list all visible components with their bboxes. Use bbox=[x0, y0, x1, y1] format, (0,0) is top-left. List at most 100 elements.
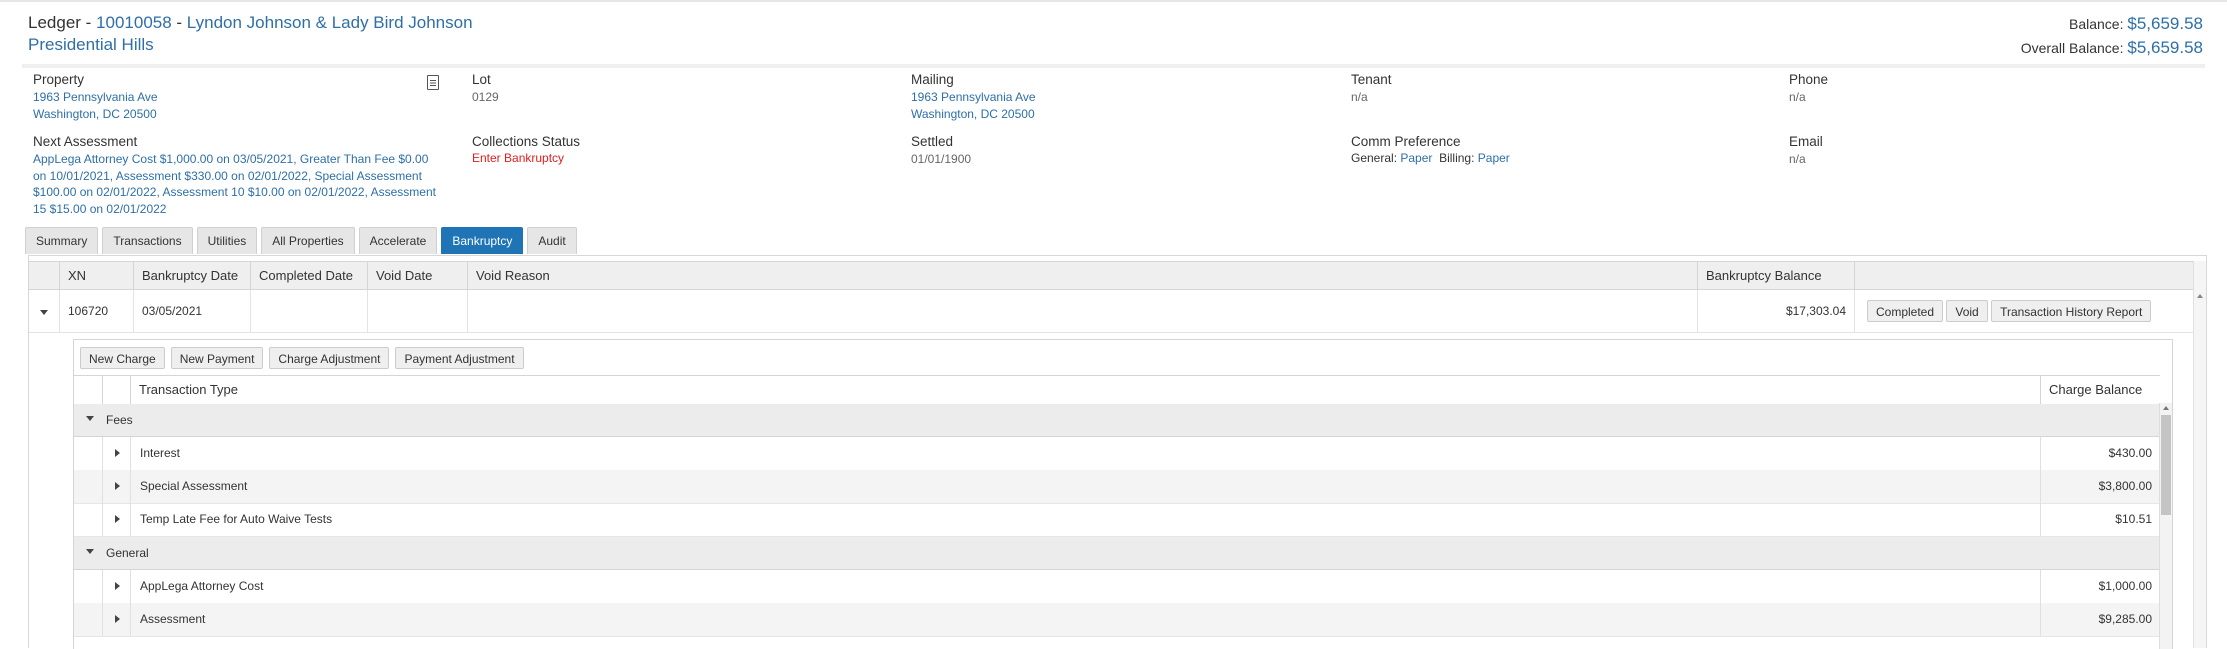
charge-balance: $9,285.00 bbox=[2040, 603, 2160, 636]
comm-preference-label: Comm Preference bbox=[1351, 134, 1461, 149]
row-expand-toggle[interactable] bbox=[102, 503, 131, 536]
detail-actions: New Charge New Payment Charge Adjustment… bbox=[80, 347, 524, 369]
column-header-void-reason[interactable]: Void Reason bbox=[467, 262, 1697, 289]
column-header-completed-date[interactable]: Completed Date bbox=[250, 262, 367, 289]
transaction-row[interactable]: Special Assessment $3,800.00 bbox=[74, 470, 2160, 504]
bankruptcy-panel: XN Bankruptcy Date Completed Date Void D… bbox=[28, 255, 2207, 649]
column-header-bankruptcy-balance[interactable]: Bankruptcy Balance bbox=[1697, 262, 1854, 289]
scroll-up-icon[interactable] bbox=[2163, 406, 2169, 410]
transaction-detail-panel: New Charge New Payment Charge Adjustment… bbox=[73, 339, 2173, 649]
void-button[interactable]: Void bbox=[1946, 300, 1988, 322]
bankruptcy-row[interactable]: 106720 03/05/2021 $17,303.04 Completed V… bbox=[29, 290, 2194, 333]
tab-transactions[interactable]: Transactions bbox=[102, 227, 193, 254]
group-row-fees[interactable]: Fees bbox=[74, 404, 2160, 437]
actions-column-header bbox=[1854, 262, 2194, 289]
general-label: General: bbox=[1351, 151, 1398, 165]
scroll-up-icon[interactable] bbox=[2197, 294, 2203, 298]
caret-down-icon[interactable] bbox=[40, 310, 48, 315]
mailing-label: Mailing bbox=[911, 72, 954, 87]
comm-preference-info: Comm Preference General: Paper Billing: … bbox=[1351, 134, 1510, 165]
caret-right-icon[interactable] bbox=[115, 515, 120, 523]
group-column-header bbox=[74, 376, 102, 404]
mailing-address-line2[interactable]: Washington, DC 20500 bbox=[911, 106, 1036, 123]
caret-right-icon[interactable] bbox=[115, 449, 120, 457]
next-assessment-line: 15 $15.00 on 02/01/2022 bbox=[33, 201, 167, 216]
void-reason bbox=[467, 290, 1697, 332]
next-assessment-line: on 10/01/2021, Assessment $330.00 on 02/… bbox=[33, 168, 422, 183]
email-info: Email n/a bbox=[1789, 134, 1823, 168]
owner-name-link[interactable]: Lyndon Johnson & Lady Bird Johnson bbox=[187, 13, 473, 32]
column-header-transaction-type[interactable]: Transaction Type bbox=[130, 376, 2040, 404]
account-number-link[interactable]: 10010058 bbox=[96, 13, 172, 32]
bankruptcy-date: 03/05/2021 bbox=[133, 290, 250, 332]
tab-bankruptcy[interactable]: Bankruptcy bbox=[441, 227, 524, 254]
collapse-toggle[interactable] bbox=[29, 290, 59, 332]
row-expand-toggle[interactable] bbox=[102, 470, 131, 503]
title-separator: - bbox=[171, 13, 187, 32]
row-expand-toggle[interactable] bbox=[102, 603, 131, 636]
tenant-label: Tenant bbox=[1351, 72, 1392, 87]
transaction-type: AppLega Attorney Cost bbox=[130, 570, 2040, 603]
next-assessment-line: AppLega Attorney Cost $1,000.00 on 03/05… bbox=[33, 152, 429, 166]
group-row-general[interactable]: General bbox=[74, 537, 2160, 570]
document-icon[interactable] bbox=[427, 75, 439, 90]
new-charge-button[interactable]: New Charge bbox=[80, 347, 165, 369]
transaction-row[interactable]: Interest $430.00 bbox=[74, 437, 2160, 471]
group-label: Fees bbox=[106, 413, 133, 427]
caret-down-icon[interactable] bbox=[86, 549, 94, 554]
billing-preference-link[interactable]: Paper bbox=[1478, 151, 1510, 165]
balance-value: $5,659.58 bbox=[2127, 14, 2203, 33]
column-header-bankruptcy-date[interactable]: Bankruptcy Date bbox=[133, 262, 250, 289]
transaction-row[interactable]: Assessment $9,285.00 bbox=[74, 603, 2160, 637]
tab-summary[interactable]: Summary bbox=[25, 227, 99, 254]
collections-status[interactable]: Enter Bankruptcy bbox=[472, 151, 580, 165]
tenant-value: n/a bbox=[1351, 90, 1368, 104]
overall-balance-value: $5,659.58 bbox=[2127, 38, 2203, 57]
lot-value: 0129 bbox=[472, 90, 499, 104]
transaction-row[interactable]: Temp Late Fee for Auto Waive Tests $10.5… bbox=[74, 503, 2160, 537]
tab-accelerate[interactable]: Accelerate bbox=[358, 227, 438, 254]
new-payment-button[interactable]: New Payment bbox=[170, 347, 264, 369]
phone-label: Phone bbox=[1789, 72, 1829, 87]
transaction-row[interactable]: AppLega Attorney Cost $1,000.00 bbox=[74, 570, 2160, 604]
billing-label: Billing: bbox=[1439, 151, 1475, 165]
scrollbar-thumb[interactable] bbox=[2161, 415, 2171, 515]
detail-grid-header: Transaction Type Charge Balance bbox=[74, 375, 2160, 405]
completed-button[interactable]: Completed bbox=[1867, 300, 1944, 322]
column-header-void-date[interactable]: Void Date bbox=[367, 262, 467, 289]
caret-down-icon[interactable] bbox=[86, 416, 94, 421]
next-assessment-label: Next Assessment bbox=[33, 134, 138, 149]
caret-right-icon[interactable] bbox=[115, 615, 120, 623]
community-link[interactable]: Presidential Hills bbox=[28, 35, 154, 55]
payment-adjustment-button[interactable]: Payment Adjustment bbox=[395, 347, 524, 369]
ledger-title: Ledger - 10010058 - Lyndon Johnson & Lad… bbox=[28, 11, 473, 34]
caret-right-icon[interactable] bbox=[115, 482, 120, 490]
charge-adjustment-button[interactable]: Charge Adjustment bbox=[269, 347, 390, 369]
column-header-xn[interactable]: XN bbox=[59, 262, 133, 289]
property-address-line1[interactable]: 1963 Pennsylvania Ave bbox=[33, 89, 453, 106]
row-expand-toggle[interactable] bbox=[102, 437, 131, 470]
caret-right-icon[interactable] bbox=[115, 582, 120, 590]
general-preference-link[interactable]: Paper bbox=[1400, 151, 1432, 165]
transaction-type: Interest bbox=[130, 437, 2040, 470]
balance-summary: Balance: $5,659.58 Overall Balance: $5,6… bbox=[2021, 12, 2203, 60]
tab-audit[interactable]: Audit bbox=[527, 227, 577, 254]
mailing-address-line1[interactable]: 1963 Pennsylvania Ave bbox=[911, 89, 1036, 106]
completed-date bbox=[250, 290, 367, 332]
group-label: General bbox=[106, 546, 149, 560]
property-address-line2[interactable]: Washington, DC 20500 bbox=[33, 106, 453, 123]
tab-utilities[interactable]: Utilities bbox=[196, 227, 258, 254]
tab-all-properties[interactable]: All Properties bbox=[261, 227, 355, 254]
settled-info: Settled 01/01/1900 bbox=[911, 134, 971, 168]
grid-scrollbar[interactable] bbox=[2193, 261, 2206, 648]
tenant-info: Tenant n/a bbox=[1351, 72, 1392, 106]
settled-label: Settled bbox=[911, 134, 954, 149]
expand-column-header bbox=[102, 376, 130, 404]
bankruptcy-xn: 106720 bbox=[59, 290, 133, 332]
transaction-history-report-button[interactable]: Transaction History Report bbox=[1991, 300, 2152, 322]
row-expand-toggle[interactable] bbox=[102, 570, 131, 603]
collections-info: Collections Status Enter Bankruptcy bbox=[472, 134, 580, 165]
column-header-charge-balance[interactable]: Charge Balance bbox=[2040, 376, 2160, 404]
detail-scrollbar[interactable] bbox=[2159, 403, 2172, 649]
ledger-prefix: Ledger - bbox=[28, 13, 97, 32]
